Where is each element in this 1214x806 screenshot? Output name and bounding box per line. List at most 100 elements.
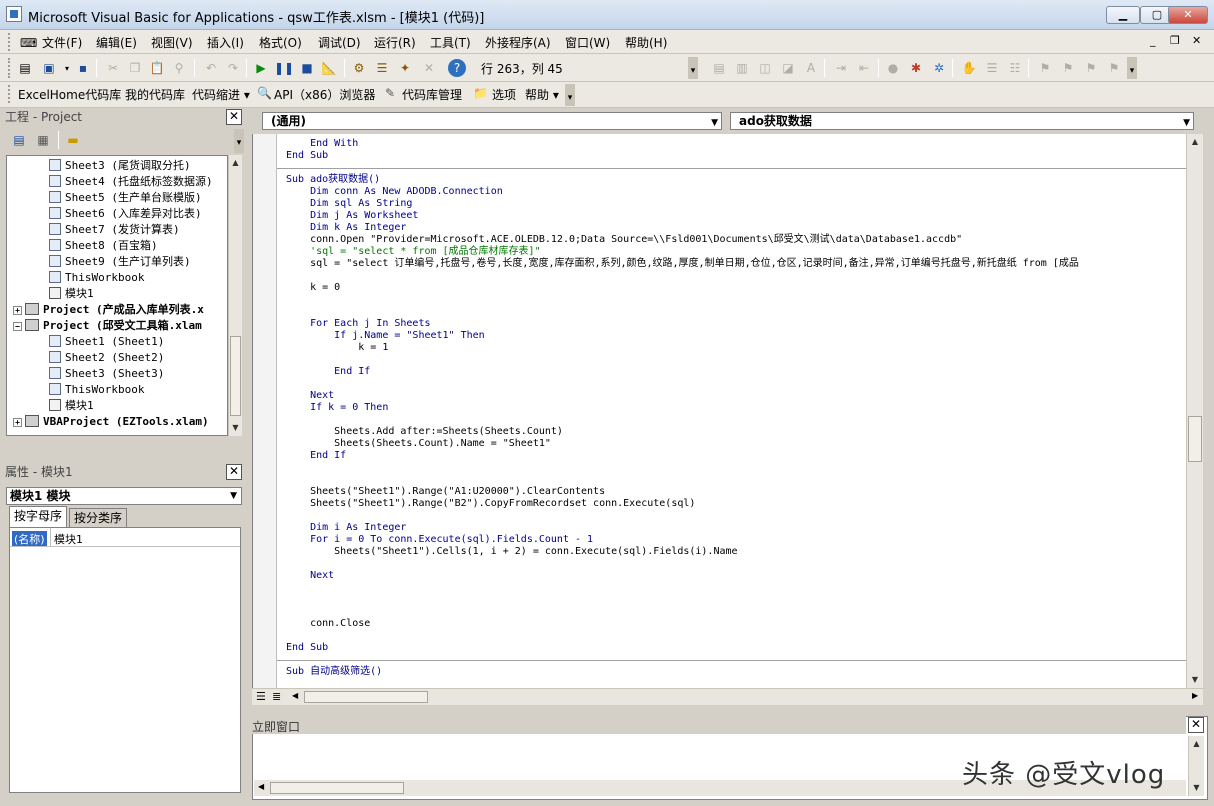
code-line[interactable]: If k = 0 Then: [286, 402, 388, 414]
immediate-close-button[interactable]: ✕: [1188, 717, 1204, 733]
menu-mode-icon[interactable]: ⌨: [20, 36, 37, 50]
cut-icon[interactable]: ✂: [104, 59, 122, 77]
list-properties-icon[interactable]: ▤: [710, 59, 728, 77]
scroll-up-arrow[interactable]: ▲: [1187, 134, 1203, 150]
tree-item[interactable]: Sheet5 (生产单台账模版): [49, 190, 202, 206]
code-line[interactable]: For Each j In Sheets: [286, 318, 430, 330]
project-tree-scrollbar[interactable]: ▲ ▼: [228, 155, 242, 436]
paste-icon[interactable]: 📋: [148, 59, 166, 77]
menu-edit[interactable]: 编辑(E): [96, 34, 137, 51]
chevron-down-icon[interactable]: ▼: [1183, 115, 1190, 131]
run-icon[interactable]: ▶: [252, 59, 270, 77]
menu-window[interactable]: 窗口(W): [565, 34, 610, 51]
indent-icon[interactable]: ⇥: [832, 59, 850, 77]
insert-module-icon[interactable]: ▣: [40, 59, 58, 77]
help-icon[interactable]: ?: [448, 59, 466, 77]
collapse-icon[interactable]: −: [13, 322, 22, 331]
scroll-down-arrow[interactable]: ▼: [1187, 672, 1203, 688]
property-name-key[interactable]: (名称): [12, 531, 47, 547]
vba-app-icon[interactable]: [6, 6, 22, 22]
tab-categorized[interactable]: 按分类序: [69, 508, 128, 527]
options-button[interactable]: 选项: [492, 86, 516, 103]
menu-debug[interactable]: 调试(D): [318, 34, 361, 51]
api-browser-button[interactable]: API（x86）浏览器: [274, 86, 375, 103]
quick-info-icon[interactable]: ◫: [756, 59, 774, 77]
scroll-thumb[interactable]: [270, 782, 404, 794]
complete-word-icon[interactable]: A: [802, 59, 820, 77]
code-editor[interactable]: End With End Sub Sub ado获取数据() Dim conn As…: [252, 134, 1187, 688]
full-module-view-icon[interactable]: ≣: [272, 690, 281, 703]
code-horizontal-scrollbar[interactable]: ☰ ≣ ◀ ▶: [252, 688, 1203, 705]
scroll-up-arrow[interactable]: ▲: [229, 155, 242, 171]
find-icon[interactable]: ⚲: [170, 59, 188, 77]
scroll-right-arrow[interactable]: ▶: [1192, 691, 1198, 700]
library-manager-button[interactable]: 代码库管理: [402, 86, 462, 103]
view-object-icon[interactable]: ▦: [34, 131, 52, 149]
code-line[interactable]: Next: [286, 570, 334, 582]
code-vertical-scrollbar[interactable]: ▲ ▼: [1186, 134, 1203, 688]
code-margin[interactable]: [253, 134, 277, 688]
toggle-folders-icon[interactable]: ▬: [64, 131, 82, 149]
proj-toolbar-overflow[interactable]: ▾: [234, 129, 244, 153]
code-line[interactable]: If j.Name = "Sheet1" Then: [286, 330, 485, 342]
object-combo[interactable]: (通用) ▼: [262, 112, 722, 130]
excelhome-library-button[interactable]: ExcelHome代码库: [18, 86, 121, 103]
project-panel-close-button[interactable]: ✕: [226, 109, 242, 125]
toolbox-icon[interactable]: ✕: [420, 59, 438, 77]
code-indent-button[interactable]: 代码缩进 ▾: [192, 86, 250, 103]
reset-icon[interactable]: ■: [298, 59, 316, 77]
menu-insert[interactable]: 插入(I): [207, 34, 244, 51]
toolbar-grip[interactable]: [8, 58, 12, 78]
bookmark-d-icon[interactable]: ⚑: [1105, 59, 1123, 77]
code-line[interactable]: sql = "select 订单编号,托盘号,卷号,长度,宽度,库存面积,系列,…: [286, 258, 1079, 270]
code-line[interactable]: Sub ado获取数据(): [286, 174, 380, 186]
help-menu-button[interactable]: 帮助 ▾: [525, 86, 559, 103]
bookmark-b-icon[interactable]: ⚑: [1059, 59, 1077, 77]
scroll-down-arrow[interactable]: ▼: [229, 420, 242, 436]
chevron-down-icon[interactable]: ▼: [230, 488, 237, 504]
copy-icon[interactable]: ❐: [126, 59, 144, 77]
options-icon[interactable]: 📁: [473, 86, 488, 100]
tree-item[interactable]: ThisWorkbook: [49, 270, 144, 286]
view-excel-icon[interactable]: ▤: [16, 59, 34, 77]
code-line[interactable]: Dim sql As String: [286, 198, 412, 210]
tree-item[interactable]: ThisWorkbook: [49, 382, 144, 398]
scroll-thumb[interactable]: [1188, 416, 1202, 462]
tree-item[interactable]: 模块1: [49, 286, 94, 302]
menu-run[interactable]: 运行(R): [374, 34, 416, 51]
menu-addins[interactable]: 外接程序(A): [485, 34, 551, 51]
immediate-scrollbar[interactable]: ▲ ▼: [1188, 736, 1204, 796]
code-line[interactable]: End Sub: [286, 150, 328, 162]
code-line[interactable]: Sheets(Sheets.Count).Name = "Sheet1": [286, 438, 551, 450]
chevron-down-icon[interactable]: ▼: [711, 115, 718, 131]
break-icon[interactable]: ❚❚: [274, 59, 294, 77]
save-icon[interactable]: ▪: [74, 59, 92, 77]
toggle-breakpoint-icon[interactable]: ●: [884, 59, 902, 77]
tree-item[interactable]: Sheet1 (Sheet1): [49, 334, 164, 350]
bookmark-a-icon[interactable]: ⚑: [1036, 59, 1054, 77]
properties-window-icon[interactable]: ☰: [373, 59, 391, 77]
code-line[interactable]: k = 1: [286, 342, 388, 354]
expand-icon[interactable]: +: [13, 418, 22, 427]
code-line[interactable]: Sheets("Sheet1").Range("B2").CopyFromRec…: [286, 498, 695, 510]
minimize-button[interactable]: ▁: [1106, 6, 1140, 24]
code-line[interactable]: For i = 0 To conn.Execute(sql).Fields.Co…: [286, 534, 593, 546]
tree-item[interactable]: + Project (产成品入库单列表.x: [13, 302, 204, 318]
menu-help[interactable]: 帮助(H): [625, 34, 667, 51]
code-line[interactable]: Sheets("Sheet1").Cells(1, i + 2) = conn.…: [286, 546, 737, 558]
menu-format[interactable]: 格式(O): [259, 34, 302, 51]
design-mode-icon[interactable]: 📐: [320, 59, 338, 77]
code-line[interactable]: Dim k As Integer: [286, 222, 406, 234]
code-line[interactable]: 'sql = "select * from [成品仓库材库存表]": [286, 246, 541, 258]
tree-item[interactable]: Sheet6 (入库差异对比表): [49, 206, 202, 222]
comment-block-icon[interactable]: ✱: [907, 59, 925, 77]
scroll-left-arrow[interactable]: ◀: [258, 782, 264, 791]
tree-item[interactable]: Sheet9 (生产订单列表): [49, 254, 191, 270]
mdi-minimize-button[interactable]: _: [1150, 34, 1156, 47]
code-line[interactable]: Next: [286, 390, 334, 402]
tree-item[interactable]: Sheet2 (Sheet2): [49, 350, 164, 366]
tree-item[interactable]: Sheet3 (尾货调取分托): [49, 158, 191, 174]
toggle-bookmark-icon[interactable]: ✋: [960, 59, 978, 77]
undo-icon[interactable]: ↶: [202, 59, 220, 77]
tree-item[interactable]: − Project (邱受文工具箱.xlam: [13, 318, 202, 334]
